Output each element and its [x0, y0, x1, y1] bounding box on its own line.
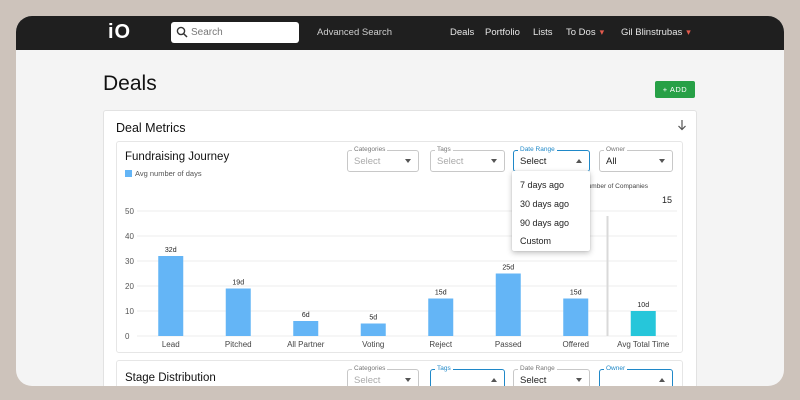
bar: [225, 288, 251, 336]
fundraising-bar-chart: 0 10 20 30 40 50 32d Lead 19d Pitched 6d All Partne…: [125, 207, 677, 349]
bar-data-label: 19d: [232, 280, 244, 287]
bar-data-label: 15d: [435, 290, 447, 297]
bar: [158, 256, 184, 336]
bar-data-label: 25d: [502, 265, 514, 272]
number-of-companies-label: Number of Companies: [583, 183, 649, 190]
x-category-label: Reject: [429, 340, 452, 349]
bar-data-label: 32d: [165, 247, 177, 254]
x-category-label: Voting: [362, 340, 384, 349]
y-tick-label: 10: [125, 307, 134, 316]
bar: [563, 298, 589, 336]
bar-data-label: 10d: [637, 302, 649, 309]
bar-data-label: 6d: [302, 312, 310, 319]
bar-data-label: 15d: [570, 290, 582, 297]
bar: [495, 273, 521, 336]
bar: [630, 311, 656, 336]
date-option-custom[interactable]: Custom: [520, 236, 551, 246]
y-tick-label: 40: [125, 232, 134, 241]
x-category-label: Avg Total Time: [617, 340, 670, 349]
x-category-label: Pitched: [225, 340, 252, 349]
x-category-label: Passed: [495, 340, 522, 349]
date-option-30-days[interactable]: 30 days ago: [520, 199, 569, 209]
y-tick-label: 0: [125, 332, 130, 341]
bar: [428, 298, 454, 336]
bar: [360, 323, 386, 336]
date-option-7-days[interactable]: 7 days ago: [520, 180, 564, 190]
bar-data-label: 5d: [369, 315, 377, 322]
y-tick-label: 20: [125, 282, 134, 291]
x-category-label: All Partner: [287, 340, 325, 349]
x-category-label: Offered: [562, 340, 589, 349]
y-tick-label: 30: [125, 257, 134, 266]
bar: [293, 321, 319, 336]
number-of-companies-value: 15: [662, 195, 673, 205]
y-tick-label: 50: [125, 207, 134, 216]
date-option-90-days[interactable]: 90 days ago: [520, 218, 569, 228]
date-range-dropdown-menu: 7 days ago 30 days ago 90 days ago Custo…: [512, 171, 590, 251]
x-category-label: Lead: [162, 340, 180, 349]
